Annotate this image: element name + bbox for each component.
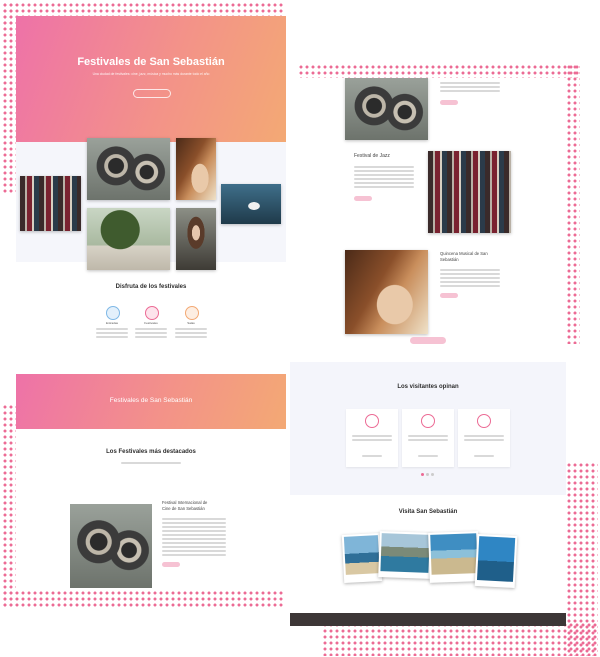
festival-title-jazz: Festival de Jazz (354, 153, 390, 159)
featured-festival-title: Festival Internacional de Cine de San Se… (162, 500, 232, 511)
dot-pattern-bottom-right (322, 622, 598, 656)
gallery-photo-projector (87, 138, 170, 200)
highlight-heading: Los Festivales más destacados (106, 449, 196, 455)
avatar (365, 414, 379, 428)
visit-photo-card (341, 533, 383, 583)
hero-section: Festivales de San Sebastián Una ciudad d… (16, 16, 286, 142)
beach-photo (430, 533, 478, 575)
gallery-photo-records (20, 176, 81, 231)
festival-more-button[interactable] (354, 196, 372, 201)
page-banner: Festivales de San Sebastián (16, 374, 286, 429)
hero-title: Festivales de San Sebastián (77, 56, 225, 68)
testimonial-card (458, 409, 510, 467)
festival-image-violin (345, 250, 428, 334)
festival-more-button[interactable] (440, 293, 458, 298)
gallery-photo-stage (221, 184, 281, 224)
visit-photo-card (428, 531, 480, 583)
dot-pattern-left-bottom (2, 404, 16, 608)
view-all-button[interactable] (410, 337, 446, 344)
festival-image-records (428, 151, 511, 233)
gallery-section (16, 138, 286, 270)
dot-pattern-right-bottom (566, 462, 598, 656)
avatar (421, 414, 435, 428)
page-home: Festivales de San Sebastián Una ciudad d… (16, 16, 286, 346)
testimonial-card (402, 409, 454, 467)
beach-photo (476, 536, 516, 582)
festival-text-block (354, 164, 414, 201)
testimonials-section: Los visitantes opinan (290, 362, 566, 495)
avatar (477, 414, 491, 428)
enjoy-heading: Disfruta de los festivales (115, 284, 187, 290)
feature-label: Festivales (144, 321, 158, 325)
carousel-dots[interactable] (421, 473, 435, 476)
featured-festival-text (162, 516, 226, 567)
location-icon (185, 306, 199, 320)
festival-more-button[interactable] (440, 100, 458, 105)
page-festival-list: Festival de Jazz Quincena Musical de San… (300, 78, 566, 346)
testimonial-card (346, 409, 398, 467)
feature-label: Entradas (105, 321, 118, 325)
gallery-photo-tree (87, 208, 170, 270)
page-festivals: Festivales de San Sebastián Los Festival… (16, 374, 286, 588)
gallery-photo-portrait (176, 208, 216, 270)
feature-label: Salas (187, 321, 195, 325)
visit-heading: Visita San Sebastián (398, 509, 458, 515)
dot-pattern-right-top (298, 64, 580, 78)
dot-pattern-left-top (2, 2, 16, 194)
visit-photo-card (378, 531, 432, 579)
ticket-icon (106, 306, 120, 320)
beach-photo (343, 535, 380, 575)
festival-image-projector (345, 78, 428, 140)
banner-title: Festivales de San Sebastián (109, 397, 193, 404)
hero-cta-button[interactable] (133, 89, 171, 98)
featured-more-button[interactable] (162, 562, 180, 567)
beach-photo (380, 533, 430, 573)
music-icon (145, 306, 159, 320)
festival-title-quincena: Quincena Musical de San Sebastián (440, 251, 488, 262)
hero-subtitle: Una ciudad de festivales: cine, jazz, mú… (92, 72, 210, 76)
festival-text-block (440, 267, 500, 298)
dot-pattern-right-side (566, 64, 580, 344)
page-testimonials: Los visitantes opinan Visita San Sebasti… (290, 362, 566, 626)
testimonials-heading: Los visitantes opinan (397, 384, 459, 390)
featured-title-line: Cine de San Sebastián (162, 505, 205, 511)
festival-text-block (440, 80, 500, 105)
gallery-photo-violin (176, 138, 216, 200)
footer (290, 613, 566, 626)
visit-photo-card (474, 533, 518, 589)
dot-pattern-bottom-left (2, 590, 285, 608)
featured-festival-image (70, 504, 152, 588)
